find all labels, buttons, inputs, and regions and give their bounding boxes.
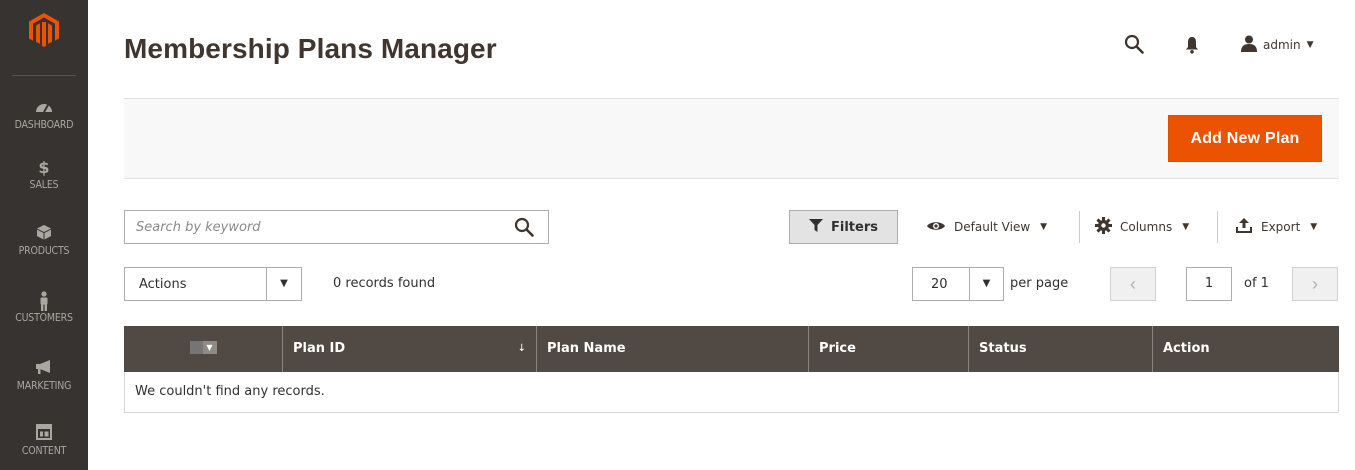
column-header-plan-id[interactable]: Plan ID ↓ (283, 326, 537, 372)
column-header-action: Action (1153, 326, 1339, 372)
sidebar-item-label: CUSTOMERS (15, 312, 73, 324)
sidebar-item-label: PRODUCTS (18, 245, 70, 257)
chevron-down-icon: ▼ (266, 268, 301, 300)
search-box (124, 210, 549, 244)
gauge-icon (0, 98, 88, 118)
filter-icon (809, 218, 823, 236)
search-input[interactable] (125, 211, 495, 243)
cube-icon (0, 224, 88, 244)
person-icon (0, 291, 88, 311)
sidebar-item-sales[interactable]: $ SALES (0, 158, 88, 191)
page-actions-bar: Add New Plan (124, 98, 1339, 179)
grid-header-row: ▼ Plan ID ↓ Plan Name Price Status Actio… (124, 326, 1339, 372)
page-number-input[interactable]: 1 (1186, 267, 1232, 301)
chevron-down-icon: ▼ (1310, 222, 1318, 232)
bell-icon[interactable] (1185, 36, 1199, 58)
mass-actions-label: Actions (139, 277, 187, 292)
mass-select-column[interactable]: ▼ (124, 326, 283, 372)
mass-select-checkbox[interactable]: ▼ (189, 341, 217, 354)
sidebar-nav: DASHBOARD $ SALES PRODUCTS CUSTOMERS MAR… (0, 0, 88, 470)
columns-dropdown[interactable]: Columns ▼ (1095, 210, 1189, 244)
chevron-down-icon: ▼ (202, 341, 217, 354)
page-title: Membership Plans Manager (124, 33, 497, 64)
mass-actions-dropdown[interactable]: Actions ▼ (124, 267, 302, 301)
sidebar-item-dashboard[interactable]: DASHBOARD (0, 98, 88, 131)
toolbar-divider (1079, 211, 1080, 243)
export-dropdown[interactable]: Export ▼ (1235, 210, 1317, 244)
upload-icon (1235, 217, 1253, 237)
per-page-value: 20 (931, 277, 948, 292)
column-label: Plan Name (547, 341, 626, 356)
column-label: Status (979, 341, 1027, 356)
columns-label: Columns (1120, 220, 1173, 234)
sidebar-item-products[interactable]: PRODUCTS (0, 224, 88, 257)
sidebar-item-marketing[interactable]: MARKETING (0, 359, 88, 392)
sidebar-item-label: CONTENT (21, 445, 67, 457)
records-count: 0 records found (333, 276, 436, 291)
admin-user-menu[interactable]: admin ▼ (1241, 35, 1314, 55)
chevron-left-icon: ‹ (1130, 274, 1136, 294)
column-header-price[interactable]: Price (809, 326, 969, 372)
eye-icon (926, 220, 946, 235)
layout-icon (0, 424, 88, 444)
sidebar-item-customers[interactable]: CUSTOMERS (0, 291, 88, 324)
previous-page-button[interactable]: ‹ (1110, 267, 1156, 301)
chevron-right-icon: › (1312, 274, 1318, 294)
sidebar-item-label: MARKETING (16, 380, 72, 392)
column-label: Action (1163, 341, 1210, 356)
sort-arrow-icon: ↓ (517, 343, 526, 354)
grid-empty-message: We couldn't find any records. (124, 372, 1339, 413)
sidebar-item-label: DASHBOARD (14, 119, 74, 131)
column-label: Plan ID (293, 341, 346, 356)
magento-logo-icon[interactable] (29, 13, 59, 47)
filters-label: Filters (831, 219, 878, 235)
sidebar-divider (12, 75, 76, 76)
chevron-down-icon: ▼ (1182, 222, 1190, 232)
export-label: Export (1261, 220, 1301, 234)
user-icon (1241, 35, 1257, 55)
dollar-icon: $ (38, 158, 50, 177)
admin-username: admin (1263, 38, 1301, 52)
chevron-down-icon: ▼ (969, 268, 1003, 300)
column-label: Price (819, 341, 856, 356)
sidebar-item-content[interactable]: CONTENT (0, 424, 88, 457)
page-total-label: of 1 (1244, 276, 1269, 291)
chevron-down-icon: ▼ (1040, 222, 1048, 232)
megaphone-icon (0, 359, 88, 379)
toolbar-divider (1217, 211, 1218, 243)
gear-icon (1095, 217, 1112, 237)
per-page-select[interactable]: 20 ▼ (912, 267, 1004, 301)
chevron-down-icon: ▼ (1306, 40, 1314, 50)
search-icon[interactable] (514, 217, 534, 241)
per-page-label: per page (1010, 276, 1069, 291)
column-header-status[interactable]: Status (969, 326, 1153, 372)
sidebar-item-label: SALES (29, 179, 59, 191)
next-page-button[interactable]: › (1292, 267, 1338, 301)
column-header-plan-name[interactable]: Plan Name (537, 326, 809, 372)
search-icon[interactable] (1124, 34, 1144, 58)
add-new-plan-button[interactable]: Add New Plan (1168, 115, 1322, 162)
default-view-label: Default View (954, 220, 1031, 234)
default-view-dropdown[interactable]: Default View ▼ (926, 210, 1047, 244)
plans-grid: ▼ Plan ID ↓ Plan Name Price Status Actio… (124, 326, 1339, 413)
filters-button[interactable]: Filters (789, 210, 898, 244)
